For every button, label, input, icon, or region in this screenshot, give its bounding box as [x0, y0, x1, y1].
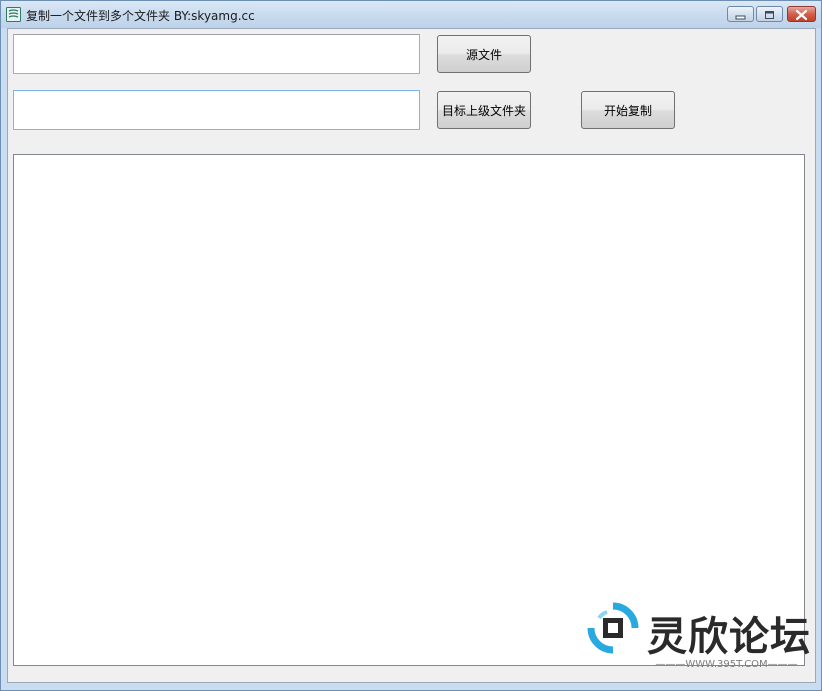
source-file-button[interactable]: 源文件: [437, 35, 531, 73]
maximize-button[interactable]: [756, 6, 783, 22]
window-title: 复制一个文件到多个文件夹 BY:skyamg.cc: [26, 9, 255, 23]
app-stack-icon: [6, 7, 21, 22]
client-area: 源文件 目标上级文件夹 开始复制: [7, 28, 816, 683]
minimize-button[interactable]: [727, 6, 754, 22]
maximize-icon: [765, 11, 774, 19]
minimize-icon: [735, 15, 746, 20]
log-list[interactable]: [13, 154, 805, 666]
target-folder-button[interactable]: 目标上级文件夹: [437, 91, 531, 129]
close-button[interactable]: [787, 6, 816, 22]
close-icon: [795, 9, 808, 21]
start-copy-button[interactable]: 开始复制: [581, 91, 675, 129]
source-file-field[interactable]: [13, 34, 420, 74]
target-folder-field[interactable]: [13, 90, 420, 130]
title-bar[interactable]: 复制一个文件到多个文件夹 BY:skyamg.cc: [1, 1, 821, 28]
app-window: 复制一个文件到多个文件夹 BY:skyamg.cc 源文件 目标上级文件夹 开始…: [0, 0, 822, 691]
